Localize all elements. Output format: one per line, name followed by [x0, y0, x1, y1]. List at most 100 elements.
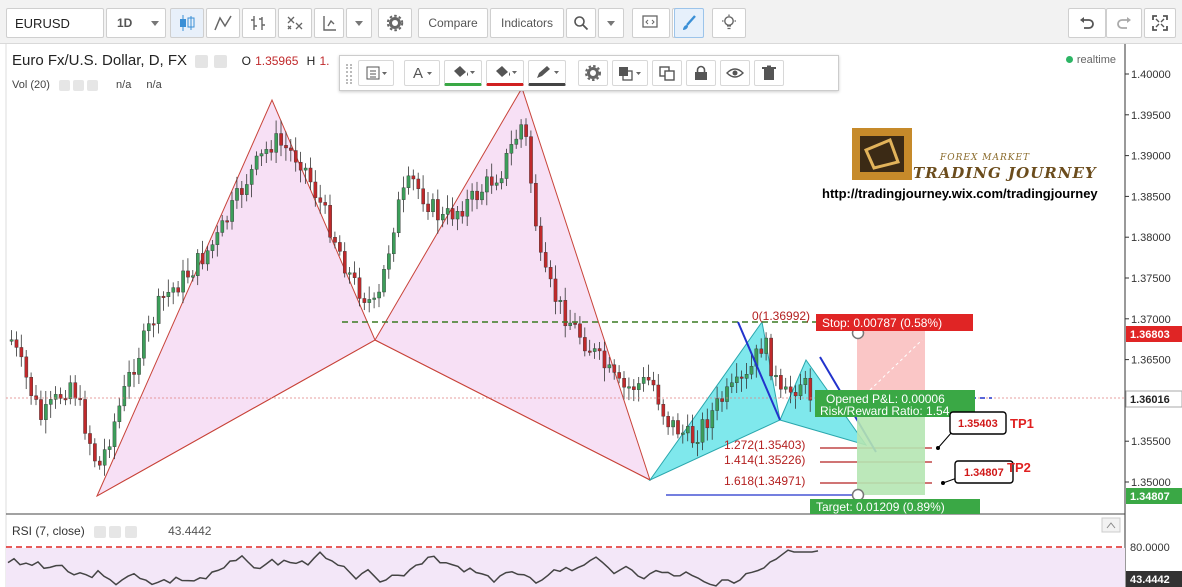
- delete-button[interactable]: [754, 60, 784, 86]
- tp2-pointer-dot: [941, 481, 945, 485]
- template-button[interactable]: [358, 60, 394, 86]
- indicators-button[interactable]: Indicators: [490, 8, 564, 38]
- interval-text: 1D: [117, 16, 133, 30]
- candle-body: [421, 188, 426, 205]
- background-color-button[interactable]: [486, 60, 524, 86]
- embed-button[interactable]: [632, 8, 670, 38]
- pattern-button[interactable]: [278, 8, 312, 38]
- candle-body: [78, 398, 82, 401]
- gear-icon: [585, 65, 601, 81]
- drag-handle[interactable]: [346, 64, 352, 84]
- candle-body: [715, 398, 719, 411]
- candle-body: [343, 251, 347, 274]
- candle-body: [68, 382, 73, 400]
- candle-body: [671, 420, 675, 428]
- high-value: 1.: [319, 54, 330, 68]
- candle-body: [151, 323, 156, 326]
- candle-body: [372, 297, 377, 300]
- rsi-name: RSI (7, close): [12, 524, 85, 538]
- fill-color-button[interactable]: [444, 60, 482, 86]
- pattern-triangle-xab: [95, 98, 376, 498]
- list-icon: [366, 66, 387, 80]
- price-tick-label: 1.35500: [1131, 436, 1171, 448]
- eye-icon[interactable]: [94, 525, 107, 538]
- candles-style-button[interactable]: [170, 8, 204, 38]
- high-label: H: [306, 54, 316, 68]
- visual-order-button[interactable]: [612, 60, 648, 86]
- fullscreen-icon: [1152, 15, 1168, 31]
- search-indicators-button[interactable]: [566, 8, 596, 38]
- candle-body: [210, 244, 215, 251]
- gear-icon[interactable]: [109, 525, 122, 538]
- status-dot: [1065, 56, 1073, 63]
- candle-body: [808, 377, 813, 401]
- eye-icon[interactable]: [58, 79, 70, 91]
- candle-body: [83, 399, 87, 434]
- redo-button[interactable]: [1106, 8, 1142, 38]
- alert-button[interactable]: [712, 8, 746, 38]
- gear-icon[interactable]: [73, 79, 85, 91]
- eye-icon: [726, 68, 744, 78]
- price-tag-target-text: 1.34807: [1130, 491, 1170, 503]
- line-color-button[interactable]: [528, 60, 566, 86]
- candle-body: [769, 337, 773, 377]
- candle-body: [445, 208, 450, 215]
- fullscreen-button[interactable]: [1144, 8, 1176, 38]
- symbol-input[interactable]: EURUSD: [6, 8, 104, 38]
- candle-body: [558, 300, 563, 302]
- candle-body: [617, 372, 621, 379]
- settings-button[interactable]: [378, 8, 412, 38]
- candle-body: [607, 364, 612, 369]
- compare-button[interactable]: Compare: [418, 8, 488, 38]
- text-color-button[interactable]: A: [404, 60, 440, 86]
- compare-symbol-button[interactable]: [314, 8, 344, 38]
- compare-label: Compare: [428, 16, 478, 30]
- candle-body: [39, 399, 43, 420]
- vol-controls[interactable]: [58, 79, 103, 91]
- risk-reward-label: Risk/Reward Ratio: 1.54: [820, 404, 950, 418]
- eye-icon[interactable]: [195, 54, 209, 68]
- drawing-settings-button[interactable]: [578, 60, 608, 86]
- candle-body: [744, 374, 749, 379]
- trash-icon: [762, 65, 776, 80]
- interval-select[interactable]: 1D: [106, 8, 166, 38]
- lock-button[interactable]: [686, 60, 716, 86]
- website-url: http://tradingjourney.wix.com/tradingjou…: [822, 186, 1098, 201]
- candle-body: [244, 184, 249, 195]
- candle-body: [676, 420, 680, 435]
- candle-body: [382, 269, 386, 293]
- candle-body: [176, 287, 181, 293]
- clone-button[interactable]: [652, 60, 682, 86]
- gear-icon[interactable]: [214, 54, 228, 68]
- undo-button[interactable]: [1068, 8, 1106, 38]
- target-handle[interactable]: [851, 488, 865, 502]
- line-style-button[interactable]: [206, 8, 240, 38]
- bars-icon: [251, 16, 265, 30]
- candle-body: [107, 446, 112, 450]
- bars-style-button[interactable]: [242, 8, 276, 38]
- drawing-toolbar: A: [339, 55, 839, 91]
- stop-zone[interactable]: [857, 330, 925, 398]
- hide-button[interactable]: [720, 60, 750, 86]
- brush-button[interactable]: [674, 8, 704, 38]
- pane-maximize-button[interactable]: [1101, 517, 1121, 533]
- price-chart[interactable]: Stop: 0.00787 (0.58%) Opened P&L: 0.0000…: [0, 44, 1182, 587]
- candle-body: [622, 378, 626, 388]
- target-label: Target: 0.01209 (0.89%): [816, 500, 945, 514]
- candle-body: [230, 200, 234, 222]
- indicators-dropdown[interactable]: [598, 8, 624, 38]
- harmonic-pattern[interactable]: [95, 86, 868, 498]
- candle-body: [205, 250, 210, 265]
- candle-body: [646, 377, 651, 381]
- candle-body: [705, 419, 710, 429]
- price-axis[interactable]: 1.40000 1.39500 1.39000 1.38500 1.38000 1.375…: [1125, 69, 1171, 489]
- candle-body: [573, 322, 577, 325]
- close-icon[interactable]: [124, 525, 137, 538]
- style-dropdown-button[interactable]: [346, 8, 372, 38]
- candle-body: [666, 416, 670, 428]
- price-tick-label: 1.39000: [1131, 151, 1171, 163]
- clone-icon: [659, 66, 675, 81]
- candle-body: [509, 144, 514, 154]
- candle-body: [739, 376, 744, 379]
- close-icon[interactable]: [87, 79, 99, 91]
